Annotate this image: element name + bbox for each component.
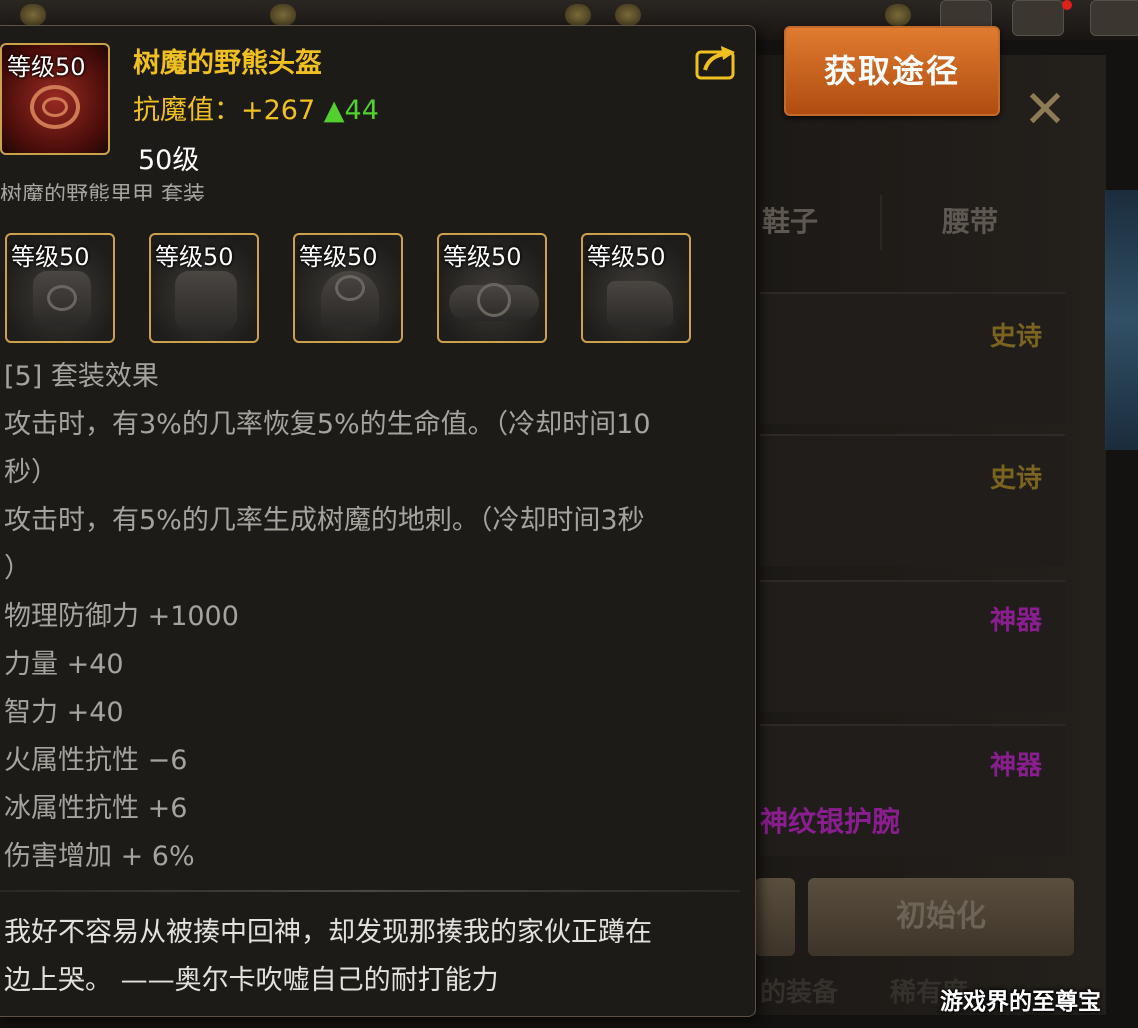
close-icon[interactable]: ✕ bbox=[1015, 80, 1075, 140]
watermark: 游戏界的至尊宝 bbox=[940, 989, 1101, 1015]
currency-icon bbox=[885, 4, 911, 26]
equipment-row[interactable] bbox=[760, 434, 1065, 566]
set-effect-line: 攻击时，有5%的几率生成树魔的地刺。（冷却时间3秒 bbox=[4, 505, 645, 536]
required-level: 50级 bbox=[138, 145, 200, 176]
currency-icon bbox=[565, 4, 591, 26]
helmet-icon: 等级50 bbox=[0, 43, 110, 155]
piece-level: 等级50 bbox=[155, 243, 234, 271]
gold-coin-icon bbox=[615, 4, 641, 26]
swirl-emblem bbox=[335, 275, 365, 301]
item-name: 树魔的野熊头盔 bbox=[133, 48, 322, 79]
equipment-row[interactable] bbox=[760, 292, 1065, 424]
piece-level: 等级50 bbox=[443, 243, 522, 271]
notification-dot bbox=[1062, 0, 1072, 10]
set-piece-boots[interactable]: 等级50 bbox=[581, 233, 691, 343]
chat-icon[interactable] bbox=[1090, 0, 1138, 36]
magic-resist-stat: 抗魔值：+267 ▲44 bbox=[133, 88, 379, 127]
currency-icon bbox=[20, 4, 46, 26]
rarity-label: 史诗 bbox=[990, 322, 1043, 352]
rarity-label: 神器 bbox=[990, 751, 1043, 781]
divider bbox=[0, 890, 740, 892]
tab-shoes[interactable]: 鞋子 bbox=[762, 200, 818, 240]
set-effect-line: 物理防御力 +1000 bbox=[4, 601, 239, 632]
item-level-badge: 等级50 bbox=[7, 53, 86, 81]
set-piece-legs[interactable]: 等级50 bbox=[149, 233, 259, 343]
rarity-label: 史诗 bbox=[990, 464, 1043, 494]
flavor-text-line: 我好不容易从被揍中回神，却发现那揍我的家伙正蹲在 bbox=[4, 917, 652, 948]
leg-armor-icon bbox=[175, 271, 237, 331]
mail-icon[interactable] bbox=[1012, 0, 1064, 36]
set-piece-chest[interactable]: 等级50 bbox=[5, 233, 115, 343]
set-effect-line: 智力 +40 bbox=[4, 697, 124, 728]
get-source-button[interactable]: 获取途径 bbox=[784, 26, 1000, 116]
boots-icon bbox=[607, 281, 673, 327]
currency-icon bbox=[270, 4, 296, 26]
set-effect-line: 伤害增加 + 6% bbox=[4, 841, 195, 872]
tab-divider bbox=[880, 195, 882, 250]
stat-increase: ▲44 bbox=[323, 95, 379, 126]
rarity-label: 神器 bbox=[990, 606, 1043, 636]
bottom-label: 的装备 bbox=[760, 978, 839, 1008]
flavor-text-line: 边上哭。 ——奥尔卡吹嘘自己的耐打能力 bbox=[4, 965, 499, 996]
artifact-item-name: 神纹银护腕 bbox=[760, 805, 901, 838]
set-effect-line: 冰属性抗性 +6 bbox=[4, 793, 188, 824]
set-effect-line: ） bbox=[4, 553, 31, 584]
tab-belt[interactable]: 腰带 bbox=[942, 200, 998, 240]
set-piece-belt[interactable]: 等级50 bbox=[437, 233, 547, 343]
piece-level: 等级50 bbox=[11, 243, 90, 271]
side-decoration bbox=[1105, 190, 1138, 450]
set-effect-line: 秒） bbox=[4, 457, 58, 488]
set-effect-line: 火属性抗性 −6 bbox=[4, 745, 188, 776]
set-piece-shoulder[interactable]: 等级50 bbox=[293, 233, 403, 343]
stat-value: 抗魔值：+267 bbox=[133, 95, 316, 126]
swirl-emblem bbox=[477, 283, 511, 317]
swirl-emblem bbox=[47, 285, 77, 311]
set-effect-line: 力量 +40 bbox=[4, 649, 124, 680]
set-name: 树魔的野熊里甲 套装 bbox=[0, 183, 205, 201]
share-icon[interactable] bbox=[695, 44, 737, 80]
piece-level: 等级50 bbox=[299, 243, 378, 271]
init-button[interactable]: 初始化 bbox=[808, 878, 1074, 956]
secondary-button[interactable] bbox=[755, 878, 795, 956]
swirl-emblem-inner bbox=[42, 97, 68, 117]
set-effect-header: [5] 套装效果 bbox=[4, 361, 159, 392]
set-effect-line: 攻击时，有3%的几率恢复5%的生命值。（冷却时间10 bbox=[4, 409, 651, 440]
piece-level: 等级50 bbox=[587, 243, 666, 271]
